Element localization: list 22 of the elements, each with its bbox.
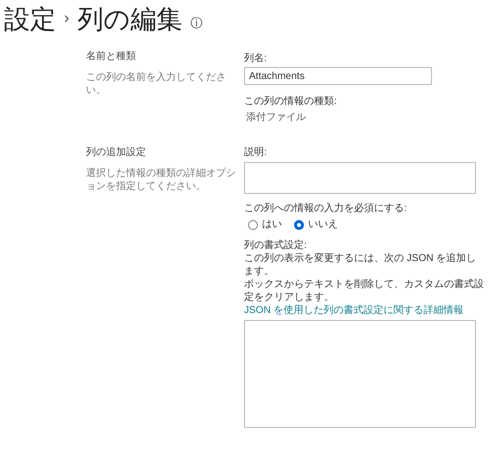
description-field[interactable] [244, 162, 476, 194]
help-text: ボックスからテキストを削除して、カスタムの書式設定をクリアします。 [244, 278, 484, 304]
section-heading: 列の追加設定 [86, 146, 147, 159]
field-label: 列の書式設定: [244, 239, 308, 252]
section-description: この列の名前を入力してください。 [86, 71, 227, 97]
radio-option[interactable]: いいえ [294, 218, 338, 231]
column-type-value: 添付ファイル [246, 111, 307, 124]
field-label: 列名: [244, 52, 268, 65]
breadcrumb-separator: › [64, 9, 70, 29]
field-label: 説明: [244, 146, 268, 159]
page-title: 列の編集 [77, 2, 182, 36]
section-description: 選択した情報の種類の詳細オプションを指定してください。 [86, 167, 236, 193]
field-label: この列の情報の種類: [244, 95, 338, 108]
info-icon[interactable]: ⓘ [190, 14, 202, 32]
help-link[interactable]: JSON を使用した列の書式設定に関する詳細情報 [244, 304, 484, 317]
json-format-field[interactable] [244, 320, 476, 428]
section-heading: 名前と種類 [86, 50, 137, 63]
field-label: この列への情報の入力を必須にする: [244, 202, 408, 215]
radio-option[interactable]: はい [248, 218, 282, 231]
help-text: この列の表示を変更するには、次の JSON を追加します。 [244, 252, 478, 278]
column-name-field[interactable]: Attachments [244, 67, 432, 85]
breadcrumb-link[interactable]: 設定 [4, 0, 56, 38]
